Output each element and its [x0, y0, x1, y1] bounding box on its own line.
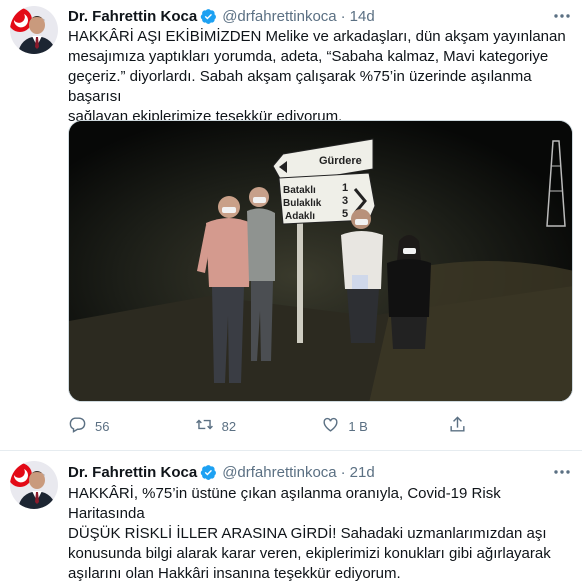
author-name[interactable]: Dr. Fahrettin Koca	[68, 464, 197, 481]
photo-sign-place-1: Bataklı	[283, 185, 316, 196]
share-button[interactable]	[448, 414, 508, 438]
retweet-count: 82	[221, 418, 237, 434]
photo-sign-top: Gürdere	[319, 155, 362, 167]
retweet-icon	[195, 415, 214, 437]
separator-dot: ·	[340, 7, 346, 25]
photo-sign-km-2: 3	[342, 195, 348, 207]
reply-count: 56	[95, 418, 110, 434]
tweet-2[interactable]: Dr. Fahrettin Koca @drfahrettinkoca · 21…	[0, 452, 582, 582]
reply-icon	[68, 415, 87, 437]
tweet-time[interactable]: 21d	[350, 464, 375, 481]
author-handle[interactable]: @drfahrettinkoca	[222, 8, 336, 25]
retweet-button[interactable]: 82	[195, 414, 255, 438]
share-icon	[448, 415, 467, 437]
tweet-text-line: mesajımıza yaptıkları yorumda, adeta, “S…	[68, 48, 549, 65]
like-icon	[321, 415, 340, 437]
photo-sign-km-1: 1	[342, 182, 348, 194]
like-button[interactable]: 1 B	[321, 414, 381, 438]
tweet-text-line: DÜŞÜK RİSKLİ İLLER ARASINA GİRDİ! Sahada…	[68, 525, 547, 542]
tweet-actions: 56 82 1 B	[68, 414, 508, 438]
tweet-text-line: konusunda bilgi alarak karar veren, ekip…	[68, 545, 551, 562]
verified-badge-icon	[200, 464, 217, 481]
separator-dot: ·	[340, 463, 346, 481]
verified-badge-icon	[200, 8, 217, 25]
tweet-1[interactable]: Dr. Fahrettin Koca @drfahrettinkoca · 14…	[0, 0, 582, 451]
tweet-time[interactable]: 14d	[350, 8, 375, 25]
photo-sign-place-2: Bulaklık	[283, 198, 322, 209]
photo-sign-km-3: 5	[342, 208, 348, 220]
tweet-text-line: HAKKÂRİ AŞI EKİBİMİZDEN Melike ve arkada…	[68, 28, 566, 45]
more-icon[interactable]	[552, 462, 572, 482]
tweet-header: Dr. Fahrettin Koca @drfahrettinkoca · 21…	[68, 462, 375, 482]
photo-sign-place-3: Adaklı	[285, 211, 315, 222]
tweet-text: HAKKÂRİ AŞI EKİBİMİZDEN Melike ve arkada…	[68, 27, 574, 127]
like-count: 1 B	[348, 418, 368, 434]
more-icon[interactable]	[552, 6, 572, 26]
tweet-photo[interactable]: Gürdere Bataklı Bulaklık Adaklı 1 3 5	[68, 120, 573, 402]
author-handle[interactable]: @drfahrettinkoca	[222, 464, 336, 481]
tweet-text-line: geçeriz.” diyorlardı. Sabah akşam çalışa…	[68, 68, 532, 105]
reply-button[interactable]: 56	[68, 414, 128, 438]
author-name[interactable]: Dr. Fahrettin Koca	[68, 8, 197, 25]
tweet-text-line: aşılarını olan Hakkâri insanına teşekkür…	[68, 565, 401, 582]
avatar[interactable]	[10, 6, 58, 54]
tweet-text-line: HAKKÂRİ, %75’in üstüne çıkan aşılanma or…	[68, 485, 501, 522]
tweet-text: HAKKÂRİ, %75’in üstüne çıkan aşılanma or…	[68, 484, 574, 584]
avatar[interactable]	[10, 461, 58, 509]
tweet-header: Dr. Fahrettin Koca @drfahrettinkoca · 14…	[68, 6, 375, 26]
